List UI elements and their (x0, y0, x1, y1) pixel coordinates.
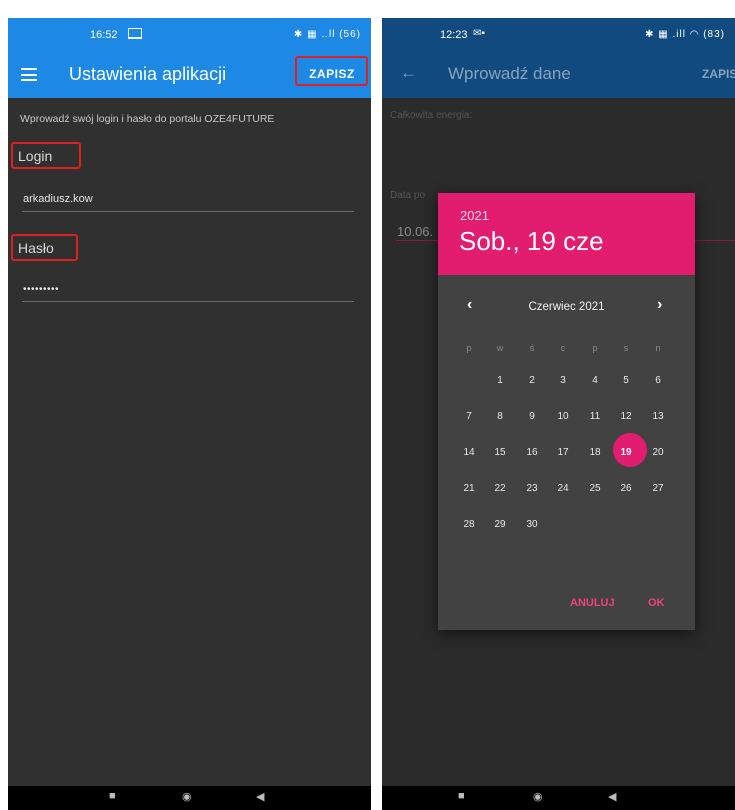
calendar-day[interactable]: 11 (580, 411, 610, 422)
status-icons: ✱ ▦ ‥ll (56) (293, 29, 361, 40)
date-picker-dialog: 2021 Sob., 19 cze ‹ Czerwiec 2021 › pwśc… (438, 193, 695, 630)
calendar-day[interactable]: 28 (454, 519, 484, 530)
calendar-day[interactable]: 29 (485, 519, 515, 530)
calendar-day[interactable]: 8 (485, 411, 515, 422)
calendar-day[interactable]: 23 (517, 483, 547, 494)
navigation-bar: ■ ◉ ◀ (8, 786, 371, 810)
calendar-day[interactable]: 22 (485, 483, 515, 494)
selected-year[interactable]: 2021 (460, 208, 489, 223)
calendar-day[interactable]: 27 (643, 483, 673, 494)
calendar-day[interactable]: 19 (611, 447, 641, 458)
calendar-day[interactable]: 14 (454, 447, 484, 458)
weekday-label: w (496, 343, 504, 353)
data-entry-screen: 12:23 ✉▪ ✱ ▦ .ill ◠ (83) ← Wprowadź dane… (382, 18, 735, 810)
calendar-day[interactable]: 12 (611, 411, 641, 422)
calendar-day[interactable]: 26 (611, 483, 641, 494)
password-underline (22, 301, 354, 302)
home-icon[interactable]: ◉ (533, 790, 543, 803)
status-bar: 16:52 ✱ ▦ ‥ll (56) (8, 18, 371, 52)
calendar-day[interactable]: 18 (580, 447, 610, 458)
calendar-day[interactable]: 7 (454, 411, 484, 422)
navigation-bar: ■ ◉ ◀ (382, 786, 735, 810)
weekday-label: p (592, 343, 598, 353)
login-underline (22, 211, 354, 212)
weekday-label: n (655, 343, 661, 353)
calendar-day[interactable]: 2 (517, 375, 547, 386)
calendar-day[interactable]: 3 (548, 375, 578, 386)
laptop-icon (128, 28, 142, 39)
calendar-day[interactable]: 1 (485, 375, 515, 386)
selected-date[interactable]: Sob., 19 cze (459, 226, 604, 257)
save-highlight (295, 56, 368, 86)
calendar-day[interactable]: 30 (517, 519, 547, 530)
page-title: Ustawienia aplikacji (69, 64, 227, 84)
hamburger-icon[interactable] (21, 68, 37, 81)
recents-icon[interactable]: ■ (109, 790, 116, 802)
date-label: Data po (390, 190, 426, 201)
weekday-label: s (623, 343, 629, 353)
calendar-day[interactable]: 20 (643, 447, 673, 458)
calendar-day[interactable]: 4 (580, 375, 610, 386)
date-picker-header: 2021 Sob., 19 cze (438, 193, 695, 275)
page-title: Wprowadź dane (448, 64, 571, 83)
calendar-day[interactable]: 24 (548, 483, 578, 494)
weekday-label: p (466, 343, 472, 353)
status-time: 12:23 (440, 29, 468, 41)
instruction-text: Wprowadź swój login i hasło do portalu O… (20, 113, 275, 125)
calendar-day[interactable]: 13 (643, 411, 673, 422)
password-field[interactable]: ••••••••• (23, 284, 59, 295)
calendar-day[interactable]: 16 (517, 447, 547, 458)
status-icons: ✱ ▦ .ill ◠ (83) (645, 29, 725, 40)
settings-screen: 16:52 ✱ ▦ ‥ll (56) Ustawienia aplikacji … (8, 18, 371, 810)
weekday-label: c (560, 343, 566, 353)
status-bar: 12:23 ✉▪ ✱ ▦ .ill ◠ (83) (382, 18, 735, 52)
calendar-day[interactable]: 21 (454, 483, 484, 494)
back-icon[interactable]: ◀ (256, 790, 264, 803)
save-button[interactable]: ZAPIS (702, 67, 735, 81)
login-field[interactable]: arkadiusz.kow (23, 193, 93, 205)
recents-icon[interactable]: ■ (458, 790, 465, 802)
calendar-day[interactable]: 9 (517, 411, 547, 422)
password-highlight (11, 234, 78, 261)
login-highlight (11, 142, 81, 169)
calendar-day[interactable]: 25 (580, 483, 610, 494)
energy-label: Całkowita energia: (390, 110, 473, 121)
calendar-day[interactable]: 5 (611, 375, 641, 386)
calendar-day[interactable]: 6 (643, 375, 673, 386)
chevron-right-icon[interactable]: › (657, 296, 662, 314)
home-icon[interactable]: ◉ (182, 790, 192, 803)
calendar-day[interactable]: 17 (548, 447, 578, 458)
status-time: 16:52 (90, 29, 118, 41)
weekday-label: ś (529, 343, 535, 353)
cancel-button[interactable]: ANULUJ (570, 597, 615, 609)
calendar-day[interactable]: 10 (548, 411, 578, 422)
arrow-left-icon[interactable]: ← (400, 63, 417, 83)
calendar-day[interactable]: 15 (485, 447, 515, 458)
ok-button[interactable]: OK (648, 597, 665, 609)
mail-icon: ✉▪ (473, 28, 485, 39)
back-icon[interactable]: ◀ (608, 790, 616, 803)
date-field[interactable]: 10.06. (397, 224, 433, 239)
app-bar: ← Wprowadź dane ZAPIS (382, 52, 735, 98)
